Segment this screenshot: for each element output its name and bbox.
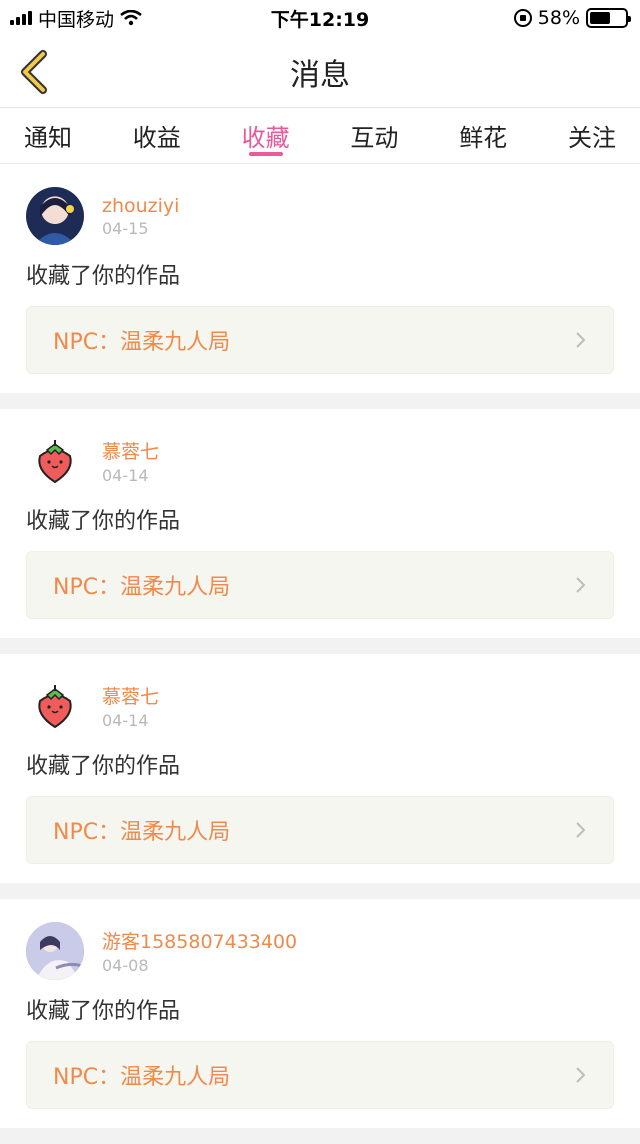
- chevron-left-icon: [21, 50, 47, 94]
- work-link[interactable]: NPC：温柔九人局: [26, 306, 614, 374]
- message-date: 04-14: [102, 466, 149, 485]
- tab-interactions[interactable]: 互动: [350, 108, 398, 164]
- work-link[interactable]: NPC：温柔九人局: [26, 1041, 614, 1109]
- message-list: zhouziyi 04-15 收藏了你的作品 NPC：温柔九人局 慕蓉七 04-…: [0, 164, 640, 1144]
- work-title: NPC：温柔九人局: [53, 1065, 231, 1090]
- signal-icon: [10, 11, 32, 25]
- message-date: 04-15: [102, 218, 149, 238]
- strawberry-avatar-icon: [38, 440, 72, 484]
- user-name[interactable]: 游客1585807433400: [102, 927, 297, 954]
- chevron-right-icon: [576, 822, 586, 838]
- tab-notifications[interactable]: 通知: [24, 108, 72, 164]
- strawberry-avatar-icon: [38, 685, 72, 729]
- work-link[interactable]: NPC：温柔九人局: [26, 551, 614, 619]
- action-text: 收藏了你的作品: [26, 999, 181, 1024]
- chevron-right-icon: [576, 1067, 586, 1083]
- message-card: zhouziyi 04-15 收藏了你的作品 NPC：温柔九人局: [0, 164, 640, 393]
- chevron-right-icon: [576, 577, 586, 593]
- battery-icon: [586, 8, 631, 28]
- action-text: 收藏了你的作品: [26, 754, 181, 779]
- tab-earnings[interactable]: 收益: [133, 108, 181, 164]
- tab-follows[interactable]: 关注: [568, 108, 616, 164]
- tab-bar: 通知 收益 收藏 互动 鲜花 关注: [0, 108, 640, 164]
- photo-avatar-icon: [34, 198, 76, 245]
- page-title: 消息: [290, 57, 350, 93]
- action-text: 收藏了你的作品: [26, 509, 181, 534]
- rotation-lock-icon: [513, 9, 532, 27]
- avatar[interactable]: [26, 922, 84, 980]
- work-title: NPC：温柔九人局: [53, 575, 231, 600]
- message-card: 游客1585807433400 04-08 收藏了你的作品 NPC：温柔九人局: [0, 899, 640, 1128]
- status-right: 58%: [513, 7, 631, 29]
- work-link[interactable]: NPC：温柔九人局: [26, 796, 614, 864]
- battery-percent: 58%: [537, 7, 580, 29]
- user-meta: 慕蓉七 04-14: [102, 682, 159, 730]
- message-date: 04-08: [102, 956, 149, 975]
- status-bar: 中国移动 下午12:19 58%: [0, 0, 640, 36]
- card-header: 游客1585807433400 04-08: [26, 921, 614, 981]
- user-meta: 游客1585807433400 04-08: [102, 927, 297, 975]
- user-name[interactable]: zhouziyi: [102, 195, 179, 217]
- user-name[interactable]: 慕蓉七: [102, 437, 159, 464]
- tab-flowers[interactable]: 鲜花: [459, 108, 507, 164]
- user-meta: 慕蓉七 04-14: [102, 437, 159, 485]
- avatar[interactable]: [26, 677, 84, 735]
- work-title: NPC：温柔九人局: [53, 330, 231, 355]
- avatar[interactable]: [26, 187, 84, 245]
- photo-avatar-icon: [26, 922, 84, 980]
- tab-favorites[interactable]: 收藏: [242, 108, 290, 164]
- avatar[interactable]: [26, 432, 84, 490]
- nav-header: 消息: [0, 36, 640, 108]
- status-time: 下午12:19: [270, 8, 370, 31]
- card-header: zhouziyi 04-15: [26, 186, 614, 246]
- back-button[interactable]: [14, 50, 54, 94]
- card-header: 慕蓉七 04-14: [26, 676, 614, 736]
- status-left: 中国移动: [10, 5, 142, 32]
- action-text: 收藏了你的作品: [26, 264, 181, 289]
- carrier-label: 中国移动: [38, 8, 115, 31]
- user-name[interactable]: 慕蓉七: [102, 682, 159, 709]
- message-card: 慕蓉七 04-14 收藏了你的作品 NPC：温柔九人局: [0, 654, 640, 883]
- card-header: 慕蓉七 04-14: [26, 431, 614, 491]
- message-card: 慕蓉七 04-14 收藏了你的作品 NPC：温柔九人局: [0, 409, 640, 638]
- battery-fill: [590, 12, 610, 24]
- message-date: 04-14: [102, 711, 149, 730]
- user-meta: zhouziyi 04-15: [102, 195, 179, 238]
- chevron-right-icon: [576, 332, 586, 348]
- work-title: NPC：温柔九人局: [53, 820, 231, 845]
- wifi-icon: [120, 10, 142, 26]
